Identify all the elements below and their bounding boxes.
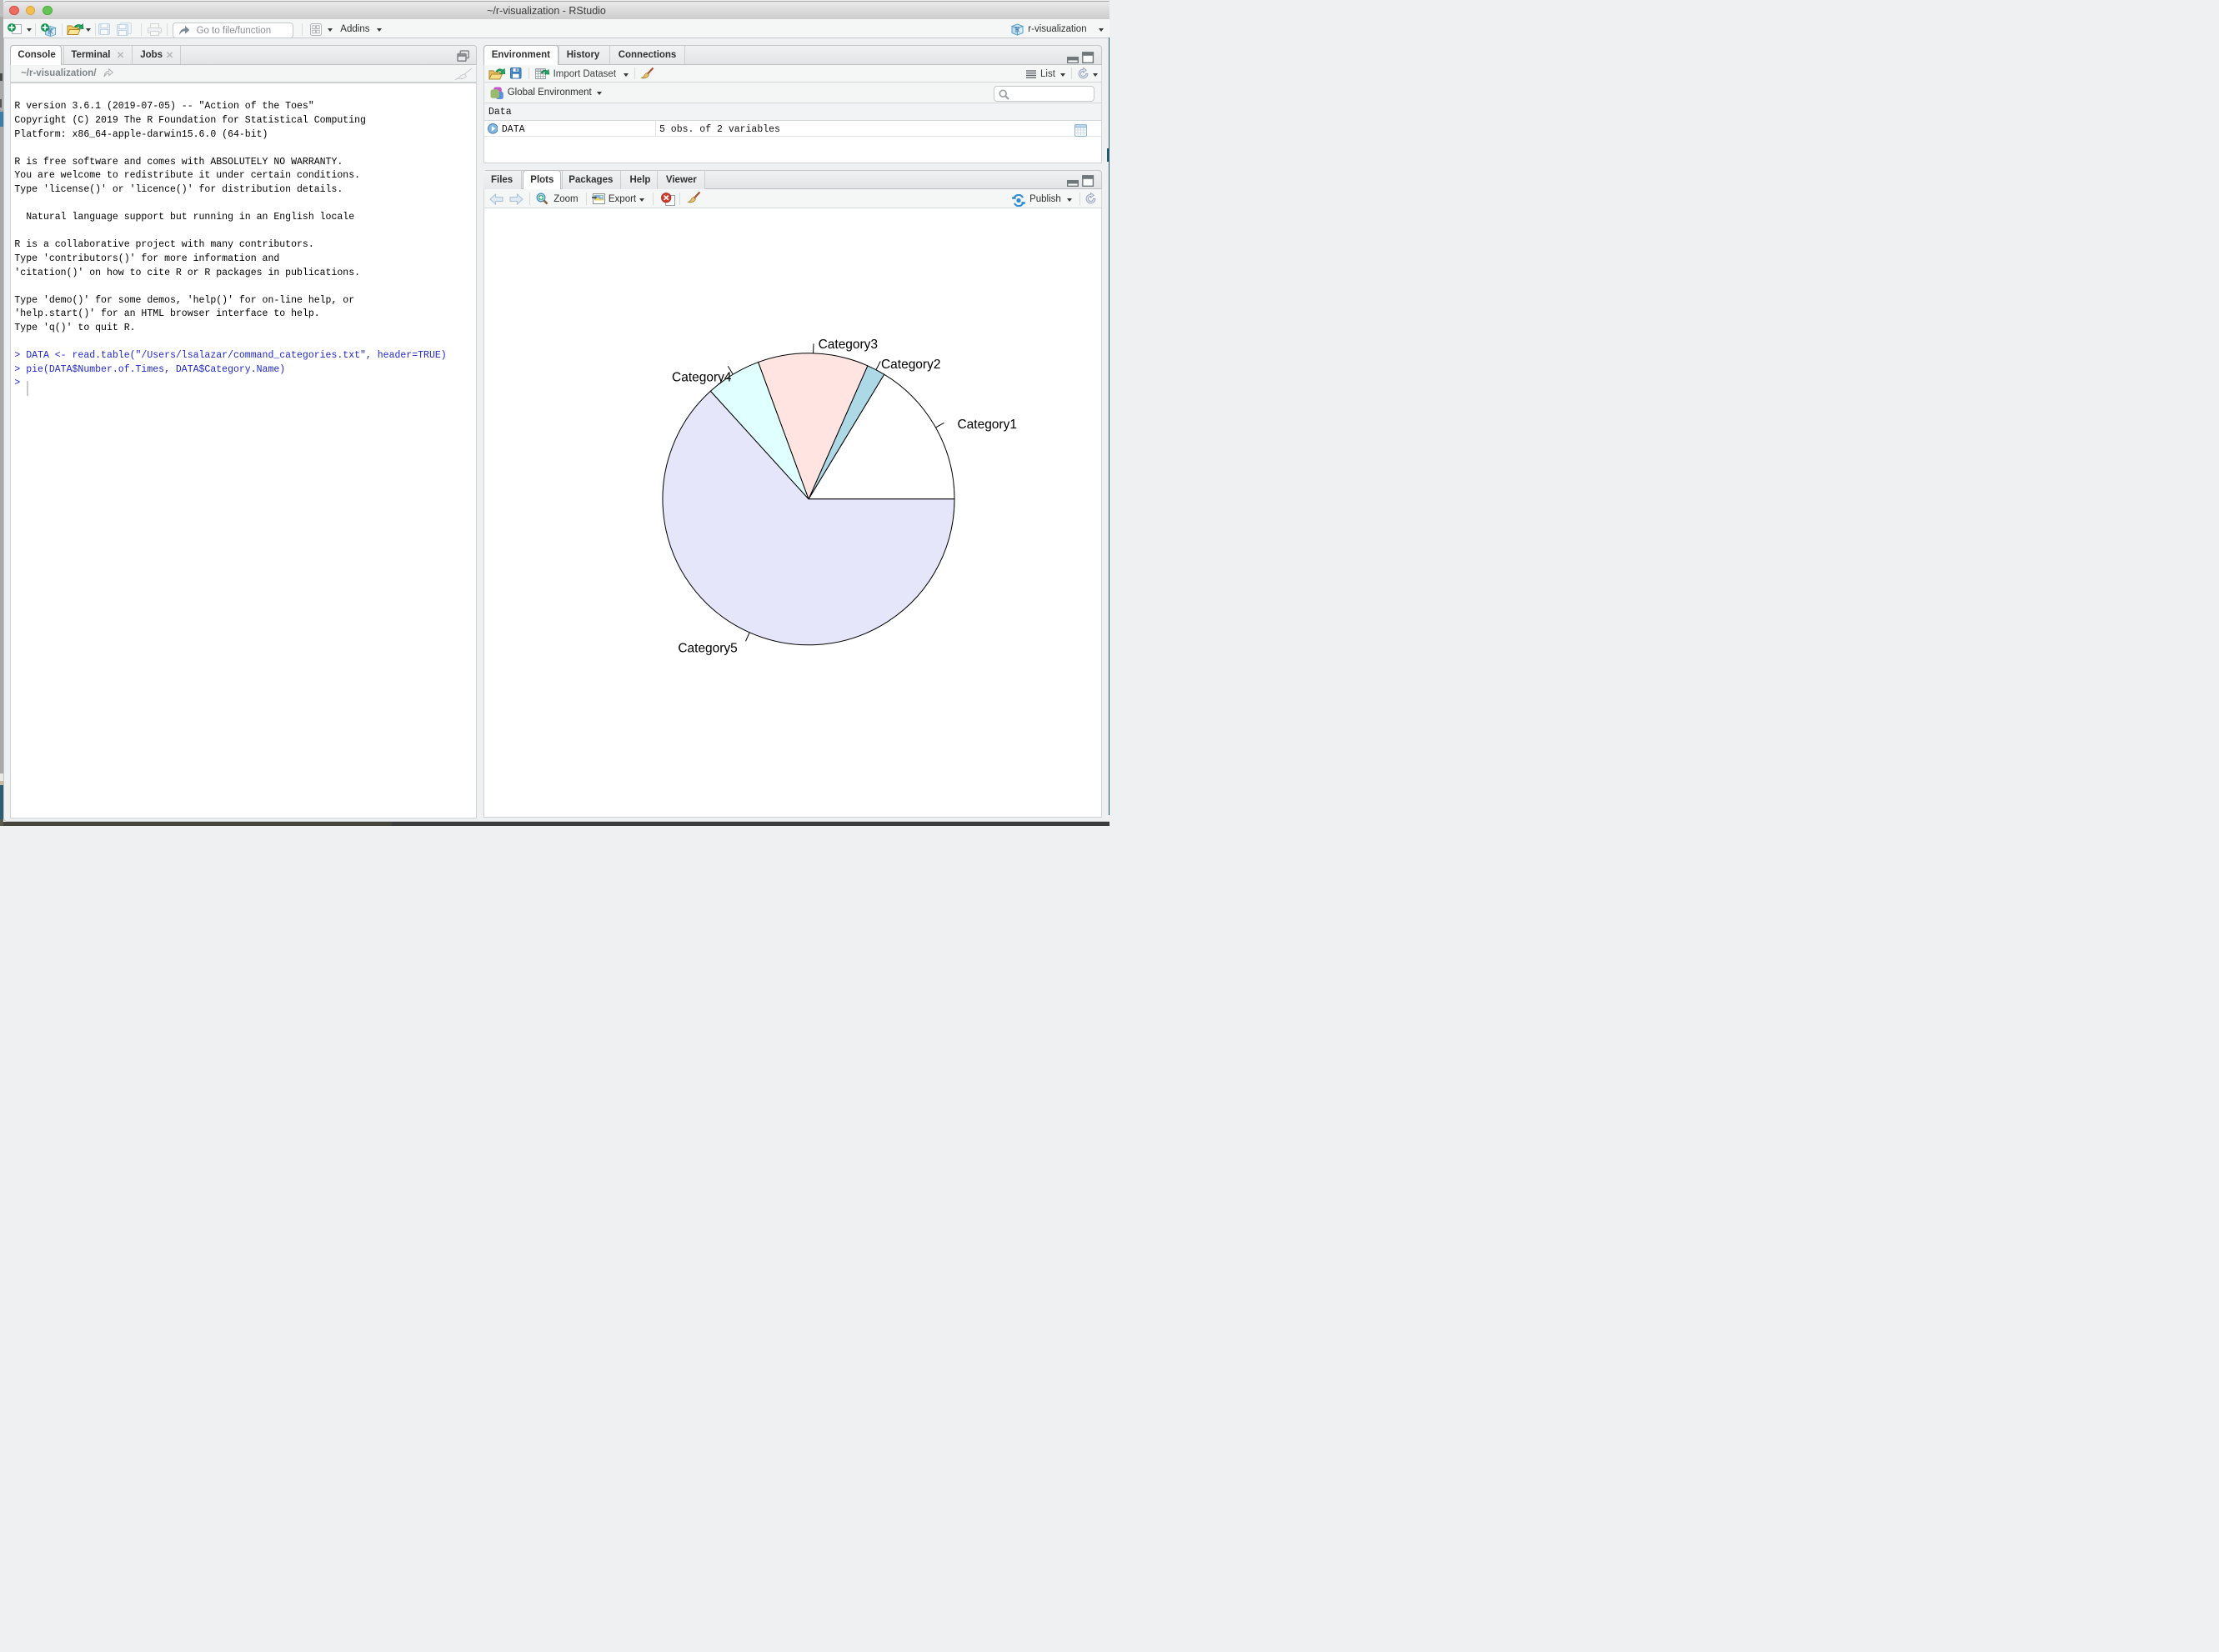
svg-text:Category1: Category1 <box>957 418 1016 432</box>
svg-text:Category3: Category3 <box>818 338 877 352</box>
svg-text:Category5: Category5 <box>678 641 737 655</box>
svg-text:R: R <box>1014 26 1019 34</box>
svg-text:Category2: Category2 <box>880 358 939 372</box>
svg-text:Category4: Category4 <box>672 371 732 385</box>
